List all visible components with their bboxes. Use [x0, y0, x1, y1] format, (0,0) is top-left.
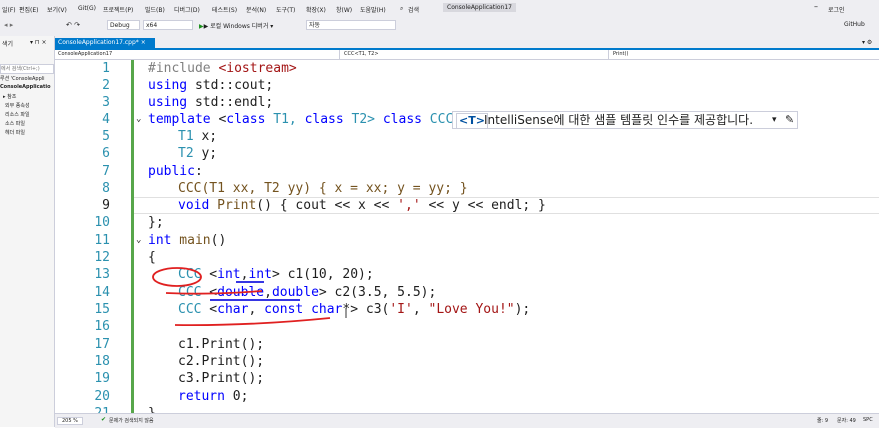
pen-annotations	[152, 267, 347, 327]
member-dropdown[interactable]: Print()	[610, 50, 879, 59]
line-number: 3	[102, 95, 110, 110]
issues-status[interactable]: 문제가 검색되지 않음	[109, 417, 154, 424]
line-number: 18	[94, 354, 110, 369]
code-line-2: using std::cout;	[148, 78, 274, 93]
code-line-18: c2.Print();	[178, 354, 265, 369]
pin-icon[interactable]: ▾ ⊓ ×	[30, 39, 47, 46]
check-icon: ✔	[101, 416, 107, 423]
menu-build[interactable]: 빌드(B)	[145, 5, 165, 14]
menu-help[interactable]: 도움말(H)	[360, 5, 386, 14]
line-number: 7	[102, 164, 110, 179]
login-link[interactable]: 로그인	[828, 5, 845, 14]
menu-project[interactable]: 프로젝트(P)	[103, 5, 133, 14]
line-number: 9	[102, 198, 110, 213]
header-files-item[interactable]: 헤더 파일	[5, 129, 25, 136]
line-number: 8	[102, 181, 110, 196]
search-box[interactable]: 검색	[408, 5, 419, 14]
menu-analyze[interactable]: 분석(N)	[246, 5, 266, 14]
code-line-20: return 0;	[178, 389, 249, 404]
red-underline-annotation	[174, 317, 331, 327]
external-deps-item[interactable]: 외부 종속성	[5, 102, 30, 109]
whitespace-indicator: SPC	[863, 417, 873, 423]
line-number: 4	[102, 112, 110, 127]
search-icon[interactable]: ⌕	[400, 5, 403, 13]
line-number: 1	[102, 61, 110, 76]
solution-search-input[interactable]: 에서 검색(Ctrl+;)	[0, 64, 54, 74]
document-tab-strip	[55, 36, 879, 50]
start-debugger-label: ▶ 로컬 Windows 디버거 ▾	[203, 23, 274, 30]
line-indicator: 줄: 9	[817, 418, 829, 424]
start-debugger-button[interactable]: ▶▶ 로컬 Windows 디버거 ▾	[199, 21, 273, 30]
fold-icon[interactable]: ⌄	[136, 232, 141, 249]
line-number: 14	[94, 285, 110, 300]
menu-bar: 일(F) 편집(E) 보기(V) Git(G) 프로젝트(P) 빌드(B) 디버…	[0, 0, 879, 18]
menu-debug[interactable]: 디버그(D)	[174, 5, 200, 14]
resource-files-item[interactable]: 리소스 파일	[5, 111, 30, 118]
github-label: GitHub	[844, 21, 865, 28]
line-number: 11	[94, 233, 110, 248]
line-number: 15	[94, 302, 110, 317]
menu-git[interactable]: Git(G)	[78, 5, 96, 12]
platform-select[interactable]: x64	[143, 20, 193, 30]
code-line-8: CCC(T1 xx, T2 yy) { x = xx; y = yy; }	[178, 181, 468, 196]
code-line-6: T2 y;	[178, 146, 218, 161]
line-number: 5	[102, 129, 110, 144]
line-number: 21	[60, 405, 110, 413]
menu-file[interactable]: 일(F)	[2, 5, 16, 14]
references-item[interactable]: ▸ 참조	[3, 93, 16, 100]
source-files-item[interactable]: 소스 파일	[5, 120, 25, 127]
line-number: 6	[102, 146, 110, 161]
minimize-icon[interactable]: –	[814, 2, 818, 11]
code-line-7: public:	[148, 164, 203, 179]
fold-icon[interactable]: ⌄	[136, 111, 141, 128]
red-underline-annotation	[165, 290, 263, 295]
window-title: ConsoleApplication17	[443, 3, 516, 12]
menu-view[interactable]: 보기(V)	[47, 5, 67, 14]
solution-item[interactable]: 루션 'ConsoleAppli	[0, 75, 45, 82]
zoom-select[interactable]: 205 %	[57, 417, 83, 425]
project-dropdown[interactable]: ConsoleApplication17	[55, 50, 340, 59]
project-item[interactable]: ConsoleApplicatio	[0, 84, 53, 90]
code-line-11: int main()	[148, 233, 227, 248]
line-number: 20	[94, 389, 110, 404]
column-indicator: 문자: 49	[837, 418, 856, 424]
code-line-5: T1 x;	[178, 129, 218, 144]
menu-edit[interactable]: 편집(E)	[19, 5, 39, 14]
menu-test[interactable]: 테스트(S)	[212, 5, 237, 14]
back-icon[interactable]: ◂ ▸	[4, 21, 13, 29]
line-number: 16	[94, 319, 110, 334]
line-number: 2	[102, 78, 110, 93]
tab-consoleapplication17-cpp[interactable]: ConsoleApplication17.cpp* ×	[55, 38, 155, 48]
line-number: 10	[94, 215, 110, 230]
red-circle-annotation	[152, 267, 202, 287]
auto-select[interactable]: 자동	[306, 20, 396, 30]
scope-dropdown[interactable]: CCC<T1, T2>	[341, 50, 609, 59]
chevron-down-icon[interactable]: ▾	[772, 112, 777, 128]
editor-status-bar: 205 % ✔ 문제가 검색되지 않음 줄: 9 문자: 49 SPC	[55, 413, 879, 428]
line-number: 13	[94, 267, 110, 282]
code-line-10: };	[148, 215, 164, 230]
github-button[interactable]: GitHub	[844, 21, 865, 28]
line-number: 12	[94, 250, 110, 265]
configuration-select[interactable]: Debug	[107, 20, 140, 30]
line-number: 19	[94, 371, 110, 386]
code-line-1: #include <iostream>	[148, 61, 297, 76]
code-line-3: using std::endl;	[148, 95, 274, 110]
intellisense-hint-text: IntelliSense에 대한 샘플 템플릿 인수를 제공합니다.	[484, 113, 754, 127]
menu-window[interactable]: 창(W)	[336, 5, 352, 14]
code-line-21: }	[148, 405, 156, 413]
change-margin	[131, 60, 134, 413]
code-line-17: c1.Print();	[178, 337, 265, 352]
menu-extensions[interactable]: 확장(X)	[306, 5, 326, 14]
line-number: 17	[94, 337, 110, 352]
code-line-19: c3.Print();	[178, 371, 265, 386]
edit-pencil-icon[interactable]: ✎	[785, 112, 794, 128]
intellisense-template-bar[interactable]: <T> IntelliSense에 대한 샘플 템플릿 인수를 제공합니다. ▾…	[452, 111, 798, 129]
tab-overflow-icon[interactable]: ▾ ⚙	[862, 39, 872, 46]
solution-explorer-title: 색기	[2, 41, 14, 48]
menu-tools[interactable]: 도구(T)	[276, 5, 295, 14]
code-line-4: template <class T1, class T2> class CCC{	[148, 112, 461, 127]
undo-icon[interactable]: ↶ ↷	[66, 21, 80, 29]
code-line-9: void Print() { cout << x << ',' << y << …	[178, 198, 546, 213]
